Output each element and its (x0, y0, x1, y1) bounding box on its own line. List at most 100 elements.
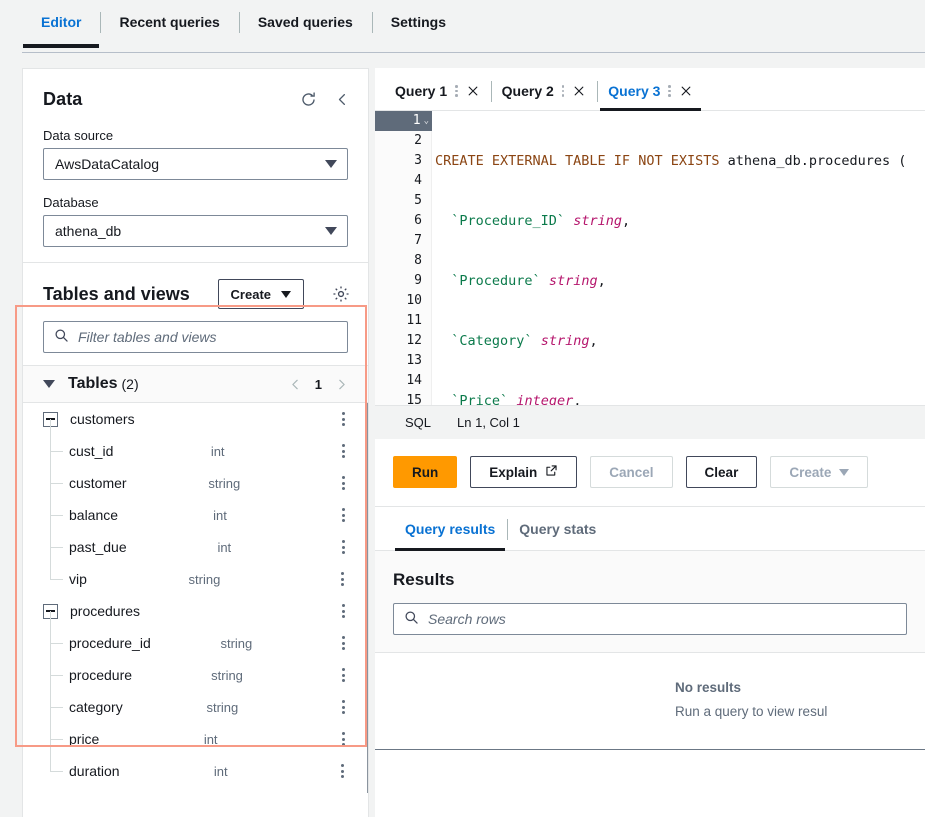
query-tab-1[interactable]: Query 1 (384, 73, 491, 110)
row-options-icon[interactable] (336, 444, 350, 458)
column-name: balance (69, 507, 119, 523)
query-tab-2[interactable]: Query 2 (490, 73, 598, 110)
row-options-icon[interactable] (336, 732, 350, 746)
tab-query-stats[interactable]: Query stats (507, 509, 608, 550)
tree-column[interactable]: category string (23, 675, 368, 723)
athena-query-editor-page: Editor Recent queries Saved queries Sett… (0, 0, 925, 817)
run-button[interactable]: Run (393, 456, 458, 488)
query-tab-options-icon[interactable] (668, 85, 671, 97)
empty-state-subtitle: Run a query to view resul (675, 704, 828, 719)
line-number: 5 (414, 193, 422, 208)
tab-recent-queries-label: Recent queries (119, 14, 220, 30)
tab-saved-queries[interactable]: Saved queries (238, 0, 372, 45)
row-options-icon[interactable] (336, 476, 350, 490)
tree-table-customers[interactable]: customers (23, 403, 368, 435)
row-options-icon[interactable] (336, 764, 350, 778)
query-tab-options-icon[interactable] (561, 85, 565, 97)
row-options-icon[interactable] (336, 636, 350, 650)
editor-code-area[interactable]: CREATE EXTERNAL TABLE IF NOT EXISTS athe… (433, 111, 925, 405)
close-icon[interactable] (572, 84, 586, 98)
row-options-icon[interactable] (336, 668, 350, 682)
line-number: 9 (414, 273, 422, 288)
results-empty-inner: No results Run a query to view resul (675, 680, 925, 719)
data-source-select[interactable]: AwsDataCatalog (43, 148, 348, 180)
results-search-wrapper (375, 590, 925, 652)
filter-wrapper (23, 321, 368, 365)
column-type: string (211, 667, 243, 683)
row-options-icon[interactable] (336, 700, 350, 714)
tab-recent-queries[interactable]: Recent queries (100, 0, 238, 45)
external-link-icon (545, 464, 558, 480)
tree-column[interactable]: balance int (23, 483, 368, 531)
tree-column[interactable]: procedure string (23, 643, 368, 691)
results-tablist: Query results Query stats (375, 507, 925, 551)
explain-button[interactable]: Explain (470, 456, 578, 488)
create-button[interactable]: Create (217, 279, 304, 309)
row-options-icon[interactable] (336, 412, 350, 426)
query-pane: Query 1 Query 2 Query 3 1 ⌄ 2 3 4 5 6 7 … (375, 68, 925, 817)
tree-column[interactable]: duration int (23, 739, 368, 787)
create-dropdown-button: Create (770, 456, 869, 488)
line-number: 12 (406, 333, 422, 348)
chevron-down-icon[interactable] (43, 380, 55, 388)
create-button-label: Create (230, 286, 271, 302)
clear-button[interactable]: Clear (685, 456, 758, 488)
tables-and-views-header: Tables and views Create (23, 263, 368, 321)
row-options-icon[interactable] (336, 508, 350, 522)
pagination-page-number[interactable]: 1 (315, 377, 322, 392)
query-tablist: Query 1 Query 2 Query 3 (375, 68, 925, 111)
tree-column[interactable]: vip string (23, 547, 368, 595)
fold-chevron-icon[interactable]: ⌄ (424, 111, 429, 131)
database-label: Database (43, 195, 99, 210)
data-sidebar: Data Data source AwsDataCatalog Database… (22, 68, 369, 817)
tab-query-results[interactable]: Query results (393, 509, 507, 551)
column-name: category (69, 699, 123, 715)
search-rows-box[interactable] (393, 603, 907, 635)
results-header: Results (375, 551, 925, 590)
filter-tables-box[interactable] (43, 321, 348, 353)
collapse-panel-icon[interactable] (335, 92, 350, 107)
gear-icon[interactable] (332, 285, 350, 303)
sidebar-header-actions (300, 91, 350, 108)
tab-editor[interactable]: Editor (22, 0, 100, 48)
tables-section-header: Tables (2) 1 (23, 365, 368, 403)
tree-column[interactable]: past_due int (23, 515, 368, 563)
tree-table-procedures[interactable]: procedures (23, 595, 368, 627)
line-number: 3 (414, 153, 422, 168)
tab-settings[interactable]: Settings (371, 0, 465, 45)
row-options-icon[interactable] (336, 540, 350, 554)
refresh-icon[interactable] (300, 91, 317, 108)
database-select[interactable]: athena_db (43, 215, 348, 247)
column-type: int (213, 507, 227, 523)
code-line-4: `Category` string, (451, 333, 598, 349)
line-number: 2 (414, 133, 422, 148)
query-tab-2-label: Query 2 (501, 83, 554, 99)
pagination-next-icon[interactable] (335, 378, 348, 391)
database-value: athena_db (55, 223, 122, 239)
search-rows-input[interactable] (428, 611, 896, 627)
tree-column[interactable]: cust_id int (23, 419, 368, 467)
row-options-icon[interactable] (336, 572, 350, 586)
pagination-prev-icon[interactable] (289, 378, 302, 391)
results-title: Results (393, 570, 455, 589)
tree-column[interactable]: price int (23, 707, 368, 755)
code-line-1: CREATE EXTERNAL TABLE IF NOT EXISTS athe… (435, 153, 907, 169)
query-tab-3[interactable]: Query 3 (597, 73, 704, 111)
run-button-label: Run (412, 464, 439, 480)
sidebar-title: Data (43, 89, 83, 109)
cancel-button-label: Cancel (609, 464, 654, 480)
column-name: cust_id (69, 443, 114, 459)
line-number: 13 (406, 353, 422, 368)
tree-column[interactable]: customer string (23, 451, 368, 499)
tables-tree-scroll[interactable]: customers cust_id int customer string ba… (23, 403, 368, 793)
line-number: 11 (406, 313, 422, 328)
column-type: string (208, 475, 241, 491)
close-icon[interactable] (679, 84, 693, 98)
filter-tables-input[interactable] (78, 329, 337, 345)
sql-code-editor[interactable]: 1 ⌄ 2 3 4 5 6 7 8 9 10 11 12 13 14 15 CRE… (375, 111, 925, 405)
row-options-icon[interactable] (336, 604, 350, 618)
column-name: vip (69, 571, 87, 587)
query-tab-options-icon[interactable] (455, 85, 458, 97)
close-icon[interactable] (466, 84, 480, 98)
tree-column[interactable]: procedure_id string (23, 611, 368, 659)
